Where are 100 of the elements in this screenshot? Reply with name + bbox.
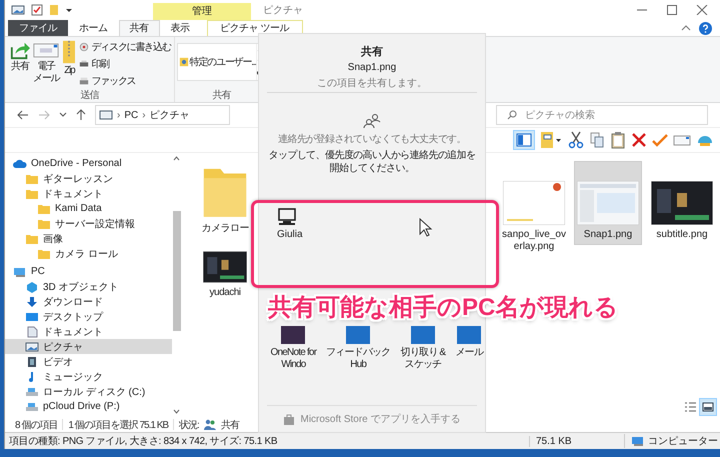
folder-icon bbox=[25, 188, 39, 200]
sidebar-item[interactable]: pCloud Drive (P:) bbox=[5, 399, 172, 414]
ribbon-tab[interactable]: 表示 bbox=[160, 20, 200, 36]
cube-icon bbox=[25, 280, 39, 292]
ribbon-button[interactable]: ディスクに書き込む bbox=[79, 40, 171, 54]
group-label: 共有 bbox=[211, 88, 232, 102]
folder-icon bbox=[37, 218, 51, 230]
ribbon-button[interactable]: 共有 bbox=[10, 40, 30, 88]
item-count: 8 個の項目 bbox=[15, 418, 58, 432]
help-icon[interactable] bbox=[699, 22, 712, 34]
ribbon-button[interactable]: 印刷 bbox=[79, 57, 171, 71]
monitor-icon bbox=[277, 208, 297, 226]
state-label: 状況: bbox=[179, 418, 199, 432]
file-item[interactable]: subtitle.png bbox=[648, 161, 716, 245]
sidebar-item[interactable]: ミュージック bbox=[5, 369, 172, 384]
scroll-up-icon[interactable] bbox=[173, 156, 180, 161]
folder-options-icon[interactable] bbox=[539, 131, 563, 149]
pictures-icon bbox=[99, 110, 113, 120]
up-icon[interactable] bbox=[76, 109, 86, 121]
drive-icon bbox=[25, 386, 39, 398]
file-size: 75.1 KB bbox=[529, 436, 624, 446]
caret-icon[interactable] bbox=[65, 6, 73, 14]
disc-icon bbox=[79, 42, 90, 52]
mouse-cursor-icon bbox=[419, 218, 433, 238]
video-icon bbox=[25, 356, 39, 368]
pictures-icon[interactable] bbox=[11, 4, 25, 16]
download-icon bbox=[25, 296, 39, 308]
sidebar-item[interactable]: デスクトップ bbox=[5, 309, 172, 324]
maximize-icon[interactable] bbox=[666, 5, 678, 15]
pc-icon bbox=[13, 266, 27, 278]
large-icons-view-icon[interactable] bbox=[700, 399, 716, 415]
preview-pane-icon[interactable] bbox=[514, 131, 534, 149]
search-field[interactable]: ピクチャの検索 bbox=[496, 105, 708, 125]
share-arrow-icon bbox=[10, 40, 30, 60]
window-title: ピクチャ bbox=[262, 4, 304, 17]
paste-icon[interactable] bbox=[610, 131, 626, 149]
ribbon-button[interactable]: 電子 メール bbox=[33, 40, 60, 88]
close-icon[interactable] bbox=[696, 5, 708, 15]
sidebar-item[interactable]: Kami Data bbox=[5, 201, 172, 216]
file-item[interactable]: yudachi bbox=[197, 245, 253, 303]
contacts-hint[interactable]: タップして、優先度の高い人から連絡先の追加を開始してください。 bbox=[265, 149, 479, 176]
annotation-caption: 共有可能な相手のPC名が現れる bbox=[268, 294, 618, 322]
folder-icon bbox=[37, 202, 51, 214]
app-item[interactable]: OneNote for Windo bbox=[261, 326, 326, 372]
cloud-icon bbox=[13, 158, 27, 170]
chevron-down-icon[interactable] bbox=[59, 112, 67, 118]
sidebar-item[interactable]: ドキュメント bbox=[5, 186, 172, 201]
app-item[interactable]: 切り取り & スケッチ bbox=[390, 326, 456, 372]
scroll-down-icon[interactable] bbox=[173, 409, 180, 414]
device-item[interactable]: Giulia bbox=[277, 208, 311, 240]
sidebar-item[interactable]: ピクチャ bbox=[5, 339, 172, 354]
file-item[interactable]: カメラロー bbox=[197, 159, 253, 239]
back-icon[interactable] bbox=[17, 110, 29, 120]
file-item[interactable]: Snap1.png bbox=[574, 161, 642, 245]
state-value: 共有 bbox=[220, 418, 239, 432]
file-name: Snap1.png bbox=[348, 62, 396, 73]
check-icon[interactable] bbox=[652, 131, 668, 149]
pictures-icon bbox=[25, 340, 39, 352]
file-details: 項目の種類: PNG ファイル, 大きさ: 834 x 742, サイズ: 75.1 KB bbox=[8, 434, 278, 448]
delete-icon[interactable] bbox=[631, 131, 647, 149]
printer-icon bbox=[79, 59, 90, 69]
sidebar-item[interactable]: サーバー設定情報 bbox=[5, 216, 172, 231]
user-folder-icon bbox=[178, 56, 189, 68]
sidebar-item[interactable]: ローカル ディスク (C:) bbox=[5, 384, 172, 399]
copy-icon[interactable] bbox=[589, 131, 605, 149]
scissors-icon[interactable] bbox=[568, 131, 584, 149]
ribbon-tab[interactable]: ホーム bbox=[68, 20, 118, 36]
sidebar-item[interactable]: カメラ ロール bbox=[5, 246, 172, 261]
sidebar-item[interactable]: 画像 bbox=[5, 231, 172, 246]
drive-icon bbox=[25, 400, 39, 412]
properties-icon[interactable] bbox=[31, 4, 43, 16]
app-item[interactable]: フィードバック Hub bbox=[326, 326, 391, 372]
sidebar-item[interactable]: PC bbox=[5, 264, 172, 279]
sidebar-item[interactable]: 3D オブジェクト bbox=[5, 279, 172, 294]
selection-info: 1 個の項目を選択 75.1 KB bbox=[68, 418, 168, 432]
computer-icon bbox=[631, 436, 645, 446]
sidebar-item[interactable]: ダウンロード bbox=[5, 294, 172, 309]
context-tab-label: 管理 bbox=[153, 3, 251, 20]
ribbon-button[interactable]: Zip bbox=[62, 40, 76, 88]
address-field[interactable]: › PC › ピクチャ bbox=[95, 105, 230, 125]
desktop-icon bbox=[25, 310, 39, 322]
sidebar-item[interactable]: ドキュメント bbox=[5, 324, 172, 339]
ribbon-tab[interactable]: 共有 bbox=[118, 20, 160, 36]
sidebar-item[interactable]: OneDrive - Personal bbox=[5, 156, 172, 171]
sidebar-item[interactable]: ビデオ bbox=[5, 354, 172, 369]
folder-icon bbox=[25, 172, 39, 184]
folder-icon bbox=[37, 248, 51, 260]
store-bag-icon bbox=[283, 412, 296, 425]
contacts-icon bbox=[363, 113, 381, 130]
ribbon-button[interactable]: ファックス bbox=[79, 74, 171, 88]
location-label: コンピューター bbox=[648, 435, 718, 448]
contacts-note: 連絡先が登録されていなくても大丈夫です。 bbox=[278, 132, 466, 146]
sidebar-item[interactable]: ギターレッスン bbox=[5, 171, 172, 186]
folder-icon bbox=[25, 232, 39, 244]
panel-title: 共有 bbox=[361, 44, 383, 59]
app-item[interactable]: メール bbox=[455, 326, 483, 360]
collapse-ribbon-icon[interactable] bbox=[681, 24, 691, 32]
file-item[interactable]: sanpo_live_overlay.png bbox=[500, 161, 568, 257]
ribbon-tab[interactable]: ファイル bbox=[8, 20, 68, 36]
group-label: 送信 bbox=[80, 89, 100, 102]
